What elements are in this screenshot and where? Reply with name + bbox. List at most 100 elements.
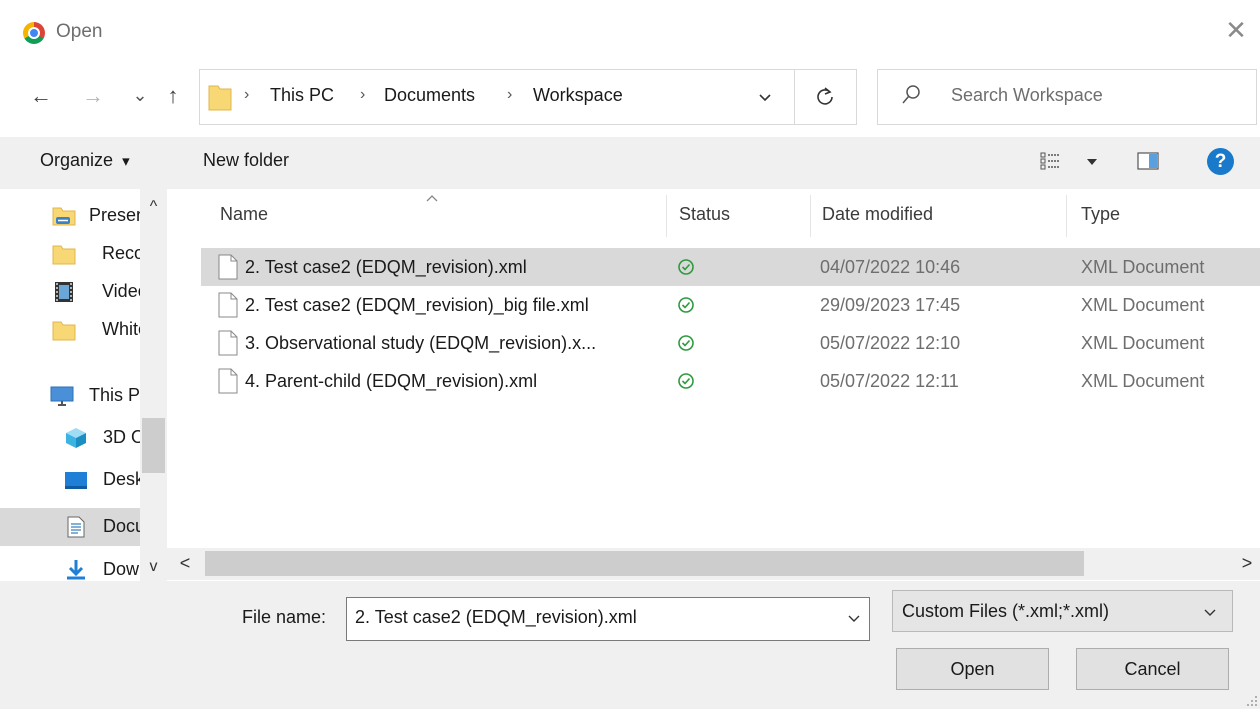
- help-icon[interactable]: ?: [1207, 148, 1234, 175]
- file-date: 04/07/2022 10:46: [820, 257, 961, 277]
- breadcrumb-separator: ›: [507, 86, 513, 103]
- organize-label: Organize: [40, 150, 114, 170]
- breadcrumb-this-pc[interactable]: This PC: [270, 85, 334, 106]
- forward-button[interactable]: →: [80, 81, 106, 111]
- organize-button[interactable]: Organize ▾: [40, 150, 130, 171]
- breadcrumb-workspace[interactable]: Workspace: [533, 85, 623, 106]
- search-icon: [902, 85, 920, 104]
- resize-grip-icon[interactable]: [1244, 693, 1258, 707]
- sort-ascending-icon: [426, 195, 438, 202]
- scroll-right-button[interactable]: >: [1234, 548, 1260, 580]
- chevron-down-icon[interactable]: [846, 610, 862, 626]
- file-date: 05/07/2022 12:10: [820, 333, 961, 353]
- table-row[interactable]: 4. Parent-child (EDQM_revision).xml 05/0…: [201, 362, 1260, 400]
- column-header-type[interactable]: Type: [1081, 204, 1120, 225]
- file-icon: [218, 254, 238, 280]
- nav-item-desktop[interactable]: Desktop: [0, 461, 140, 499]
- folder-icon: [52, 321, 76, 341]
- nav-item-downloads[interactable]: Downloads: [0, 551, 140, 581]
- toolbar: [0, 137, 1260, 189]
- column-header-name[interactable]: Name: [220, 204, 268, 225]
- scroll-up-button[interactable]: ^: [140, 196, 167, 218]
- chevron-down-icon[interactable]: [1202, 604, 1218, 620]
- file-date: 05/07/2022 12:11: [820, 371, 959, 391]
- horizontal-scroll-thumb[interactable]: [205, 551, 1084, 576]
- file-type: XML Document: [1081, 295, 1205, 315]
- nav-label: This PC: [89, 385, 140, 405]
- desktop-icon: [65, 472, 87, 489]
- synced-check-icon: [678, 373, 694, 389]
- nav-item-recordings[interactable]: Recordings: [0, 235, 140, 273]
- synced-check-icon: [678, 335, 694, 351]
- file-name: 4. Parent-child (EDQM_revision).xml: [245, 371, 538, 391]
- scroll-left-button[interactable]: <: [172, 548, 198, 580]
- nav-label: Downloads: [103, 559, 140, 579]
- nav-label: 3D Objects: [103, 427, 140, 447]
- nav-item-presentations[interactable]: Presentations: [0, 197, 140, 235]
- file-name: 3. Observational study (EDQM_revision).x…: [245, 333, 597, 353]
- close-icon[interactable]: ✕: [1222, 16, 1250, 44]
- nav-label: Recordings: [102, 243, 140, 263]
- breadcrumb-documents[interactable]: Documents: [384, 85, 475, 106]
- folder-icon: [52, 245, 76, 265]
- column-divider[interactable]: [666, 195, 667, 237]
- nav-label: Whiteboards: [102, 319, 140, 339]
- download-icon: [67, 560, 85, 580]
- column-divider[interactable]: [1066, 195, 1067, 237]
- video-folder-icon: [55, 282, 73, 302]
- chrome-icon: [23, 22, 45, 44]
- synced-check-icon: [678, 259, 694, 275]
- scroll-down-button[interactable]: v: [140, 556, 167, 578]
- table-row[interactable]: 3. Observational study (EDQM_revision).x…: [201, 324, 1260, 362]
- nav-item-documents[interactable]: Documents: [0, 508, 140, 546]
- nav-item-this-pc[interactable]: This PC: [0, 377, 140, 415]
- back-button[interactable]: ←: [28, 81, 54, 111]
- column-header-date-modified[interactable]: Date modified: [822, 204, 933, 225]
- documents-icon: [67, 516, 85, 538]
- column-header-status[interactable]: Status: [679, 204, 730, 225]
- nav-item-videos[interactable]: Videos: [0, 273, 140, 311]
- file-date: 29/09/2023 17:45: [820, 295, 961, 315]
- new-folder-button[interactable]: New folder: [203, 150, 289, 171]
- nav-label: Videos: [102, 281, 140, 301]
- table-row[interactable]: 2. Test case2 (EDQM_revision)_big file.x…: [201, 286, 1260, 324]
- table-row[interactable]: 2. Test case2 (EDQM_revision).xml 04/07/…: [201, 248, 1260, 286]
- caret-down-icon[interactable]: [1085, 153, 1099, 169]
- recent-locations-button[interactable]: ⌄: [130, 80, 150, 110]
- search-placeholder: Search Workspace: [951, 85, 1103, 105]
- file-name-label: File name:: [242, 607, 327, 627]
- nav-label: Presentations: [89, 205, 140, 225]
- file-icon: [218, 330, 238, 356]
- computer-icon: [50, 386, 74, 406]
- file-name: 2. Test case2 (EDQM_revision).xml: [245, 257, 527, 277]
- caret-down-icon: ▾: [122, 153, 130, 170]
- file-type: XML Document: [1081, 371, 1205, 391]
- file-name-value[interactable]: 2. Test case2 (EDQM_revision).xml: [355, 607, 637, 628]
- nav-item-3d-objects[interactable]: 3D Objects: [0, 419, 140, 457]
- network-folder-icon: [52, 207, 76, 226]
- cancel-button[interactable]: Cancel: [1076, 648, 1229, 690]
- nav-item-whiteboards[interactable]: Whiteboards: [0, 311, 140, 349]
- synced-check-icon: [678, 297, 694, 313]
- file-icon: [218, 292, 238, 318]
- open-button[interactable]: Open: [896, 648, 1049, 690]
- file-type: XML Document: [1081, 333, 1205, 353]
- folder-icon: [208, 85, 232, 111]
- refresh-icon: [817, 87, 833, 105]
- column-divider[interactable]: [810, 195, 811, 237]
- breadcrumb-separator: ›: [244, 86, 250, 103]
- nav-pane-scrollbar[interactable]: [140, 189, 167, 581]
- cube-icon: [66, 428, 86, 448]
- view-options-icon[interactable]: [1040, 152, 1060, 170]
- up-button[interactable]: ↑: [160, 81, 186, 111]
- window-title: Open: [56, 21, 103, 42]
- preview-pane-icon[interactable]: [1137, 152, 1159, 170]
- breadcrumb-separator: ›: [360, 86, 366, 103]
- title-bar: [0, 0, 1260, 66]
- chevron-down-icon[interactable]: [753, 82, 777, 112]
- nav-pane-scroll-thumb[interactable]: [142, 418, 165, 473]
- nav-label: Desktop: [103, 469, 140, 489]
- file-name: 2. Test case2 (EDQM_revision)_big file.x…: [245, 295, 589, 315]
- file-type-selected[interactable]: Custom Files (*.xml;*.xml): [902, 601, 1109, 622]
- file-icon: [218, 368, 238, 394]
